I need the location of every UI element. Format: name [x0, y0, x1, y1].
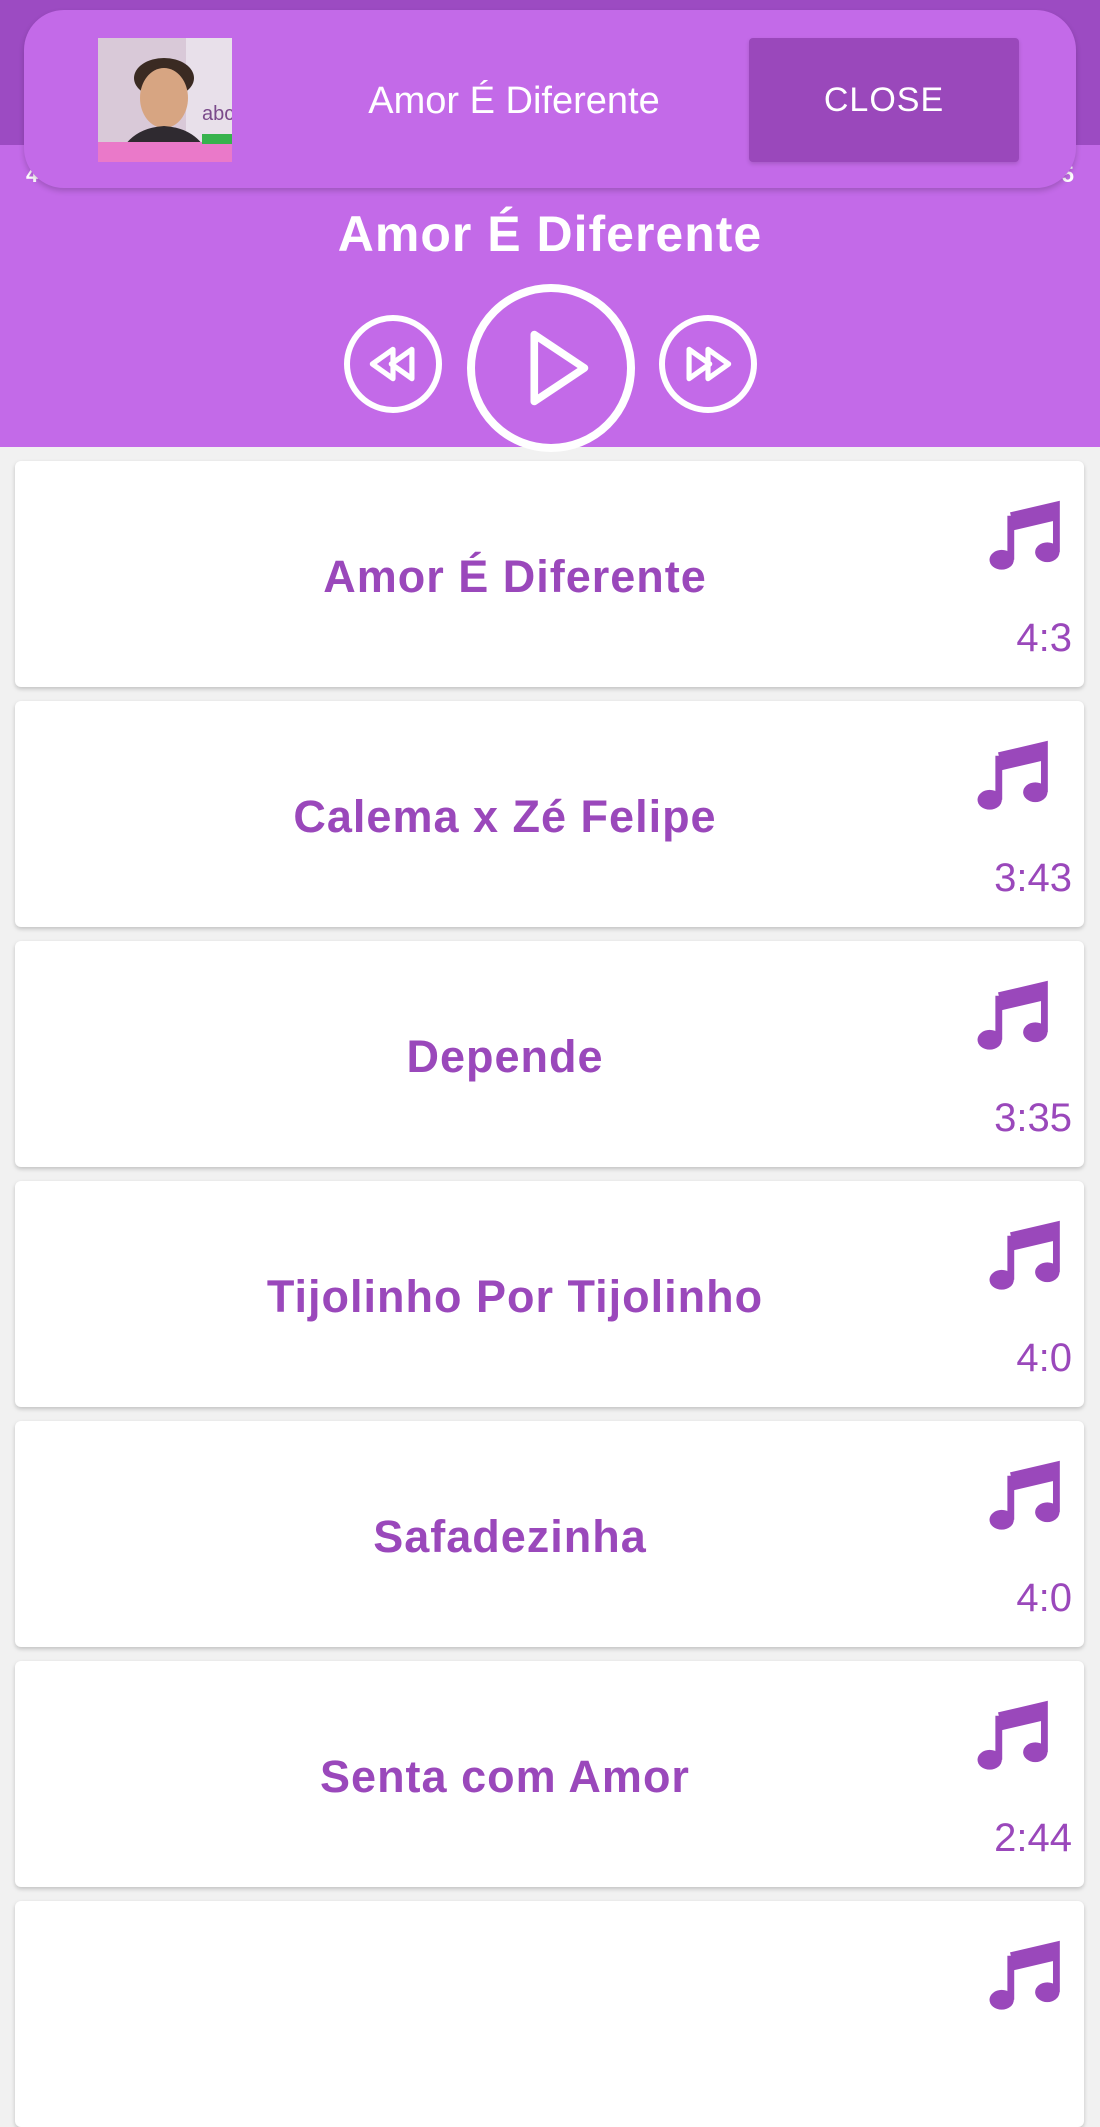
now-playing-title: Amor É Diferente	[337, 206, 763, 262]
now-playing-banner[interactable]: abc Amor É Diferente CLOSE	[24, 10, 1076, 188]
fast-forward-icon	[686, 346, 732, 382]
player-panel: 4 5 Amor É Diferente	[0, 145, 1100, 452]
song-item[interactable]: Tijolinho Por Tijolinho 4:0	[15, 1181, 1084, 1407]
music-note-icon	[977, 1700, 1048, 1770]
song-item[interactable]: Amor É Diferente 4:3	[15, 461, 1084, 687]
banner-song-title: Amor É Diferente	[368, 80, 660, 122]
song-duration: 4:3	[1016, 616, 1072, 660]
artist-photo: abc	[98, 38, 232, 162]
song-title: Tijolinho Por Tijolinho	[266, 1271, 764, 1322]
song-duration: 2:44	[994, 1816, 1072, 1860]
music-note-icon	[977, 740, 1048, 810]
song-item[interactable]	[15, 1901, 1084, 2127]
song-title: Depende	[406, 1031, 604, 1082]
song-title: Amor É Diferente	[323, 551, 707, 602]
music-note-icon	[989, 1460, 1060, 1530]
song-title: Calema x Zé Felipe	[293, 791, 717, 842]
music-note-icon	[989, 1220, 1060, 1290]
song-title: Senta com Amor	[320, 1751, 690, 1802]
next-track-button[interactable]	[659, 315, 757, 413]
music-note-icon	[989, 500, 1060, 570]
play-icon	[530, 330, 589, 406]
close-button[interactable]: CLOSE	[749, 38, 1019, 162]
song-item[interactable]: Depende 3:35	[15, 941, 1084, 1167]
music-note-icon	[977, 980, 1048, 1050]
svg-text:abc: abc	[202, 103, 232, 125]
song-duration: 4:0	[1016, 1576, 1072, 1620]
rewind-icon	[369, 346, 415, 382]
previous-track-button[interactable]	[344, 315, 442, 413]
song-title: Safadezinha	[373, 1511, 647, 1562]
song-item[interactable]: Calema x Zé Felipe 3:43	[15, 701, 1084, 927]
song-duration: 3:43	[994, 856, 1072, 900]
song-item[interactable]: Senta com Amor 2:44	[15, 1661, 1084, 1887]
song-duration: 3:35	[994, 1096, 1072, 1140]
album-art-thumbnail: abc	[98, 38, 232, 162]
song-duration: 4:0	[1016, 1336, 1072, 1380]
play-button[interactable]	[467, 284, 635, 452]
song-item[interactable]: Safadezinha 4:0	[15, 1421, 1084, 1647]
music-note-icon	[989, 1940, 1060, 2010]
